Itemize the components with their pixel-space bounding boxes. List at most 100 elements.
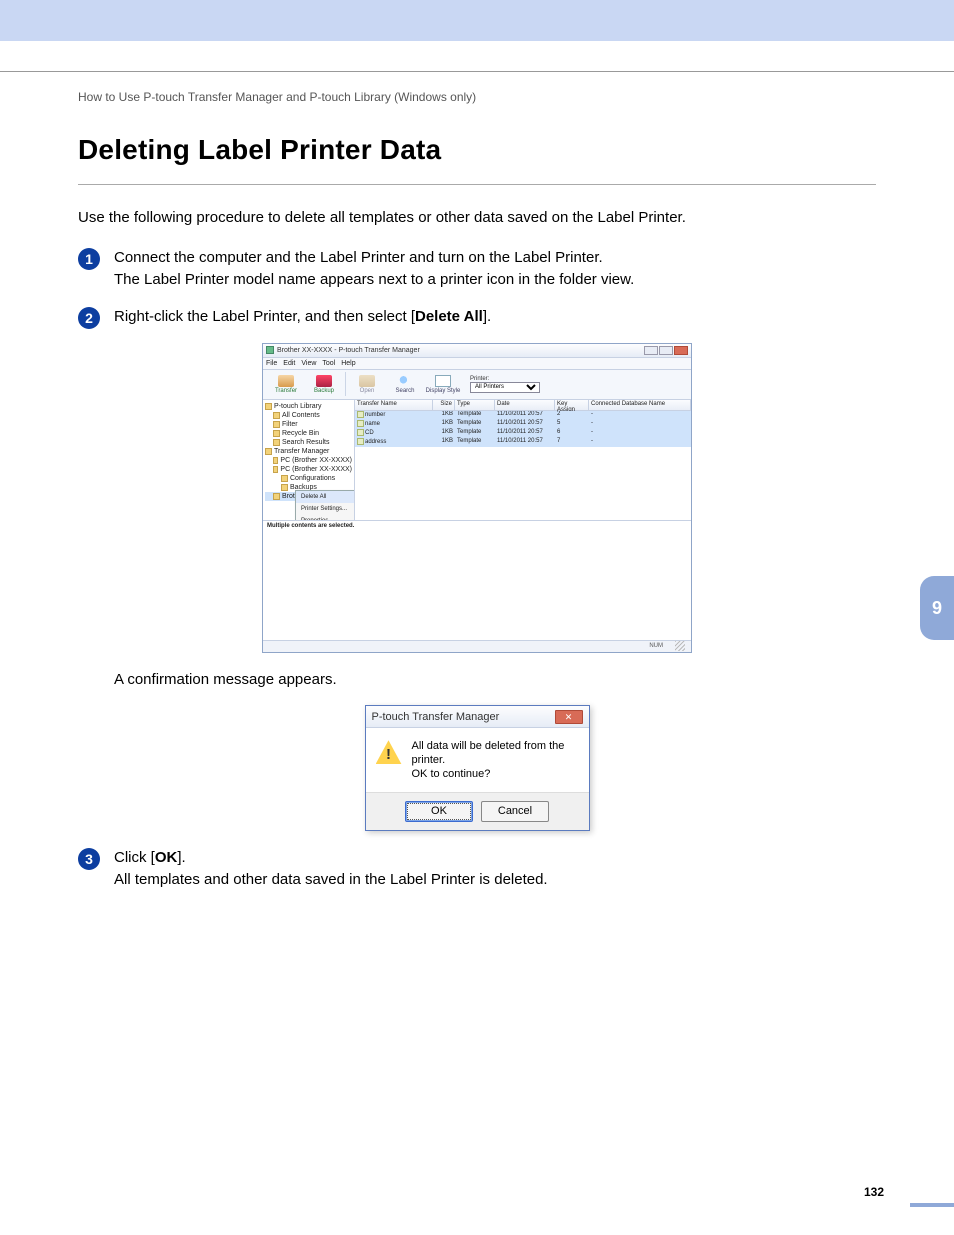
titlebar: Brother XX-XXXX - P-touch Transfer Manag… <box>263 344 691 358</box>
col-date[interactable]: Date <box>495 400 555 410</box>
file-icon <box>357 429 364 436</box>
tree-recycle-bin[interactable]: Recycle Bin <box>265 429 352 438</box>
tree-pc1[interactable]: PC (Brother XX-XXXX) <box>265 456 352 465</box>
menu-view[interactable]: View <box>301 360 316 367</box>
ok-button[interactable]: OK <box>405 801 473 822</box>
toolbar-search[interactable]: Search <box>386 375 424 394</box>
list-row[interactable]: number 1KB Template 11/10/2011 20:57 2 - <box>355 411 691 420</box>
dialog-title: P-touch Transfer Manager <box>372 711 555 723</box>
ctx-properties[interactable]: Properties... <box>296 515 355 520</box>
file-icon <box>357 420 364 427</box>
step-2: 2 Right-click the Label Printer, and the… <box>78 306 876 329</box>
list-row[interactable]: CD 1KB Template 11/10/2011 20:57 6 - <box>355 429 691 438</box>
app-icon <box>266 346 274 354</box>
page-number: 132 <box>864 1185 884 1199</box>
step-1: 1 Connect the computer and the Label Pri… <box>78 247 876 292</box>
folder-icon <box>265 448 272 455</box>
tree-ptouch-library[interactable]: P-touch Library <box>265 402 352 411</box>
footer-accent <box>910 1203 954 1207</box>
status-num: NUM <box>649 643 663 649</box>
folder-icon <box>273 412 280 419</box>
menubar: File Edit View Tool Help <box>263 358 691 370</box>
toolbar-transfer[interactable]: Transfer <box>267 375 305 394</box>
search-results-icon <box>273 439 280 446</box>
folder-icon <box>281 484 288 491</box>
list-rows: number 1KB Template 11/10/2011 20:57 2 -… <box>355 411 691 520</box>
header-band <box>0 0 954 41</box>
file-icon <box>357 411 364 418</box>
ctx-delete-all[interactable]: Delete All <box>296 491 355 503</box>
col-connected-db[interactable]: Connected Database Name <box>589 400 691 410</box>
step3-line2: All templates and other data saved in th… <box>114 871 548 888</box>
toolbar: Transfer Backup Open Search Display Styl… <box>263 370 691 400</box>
folder-icon <box>265 403 272 410</box>
tree-search-results[interactable]: Search Results <box>265 438 352 447</box>
step3-pre: Click [ <box>114 849 155 866</box>
filter-icon <box>273 421 280 428</box>
app-window: Brother XX-XXXX - P-touch Transfer Manag… <box>262 343 692 653</box>
menu-file[interactable]: File <box>266 360 277 367</box>
toolbar-backup[interactable]: Backup <box>305 375 343 394</box>
menu-tool[interactable]: Tool <box>322 360 335 367</box>
open-icon <box>359 375 375 387</box>
file-icon <box>357 438 364 445</box>
dialog-close-button[interactable]: ✕ <box>555 710 583 724</box>
tree-filter[interactable]: Filter <box>265 420 352 429</box>
pc-icon <box>273 457 278 464</box>
tree-transfer-manager[interactable]: Transfer Manager <box>265 447 352 456</box>
step2-bold: Delete All <box>415 308 483 325</box>
confirmation-text: A confirmation message appears. <box>114 669 337 692</box>
ctx-printer-settings[interactable]: Printer Settings... <box>296 503 355 515</box>
transfer-icon <box>278 375 294 387</box>
maximize-button[interactable] <box>659 346 673 355</box>
close-button[interactable] <box>674 346 688 355</box>
col-transfer-name[interactable]: Transfer Name <box>355 400 433 410</box>
pc-icon <box>273 466 278 473</box>
step-3: 3 Click [OK]. All templates and other da… <box>78 847 876 892</box>
preview-pane: Multiple contents are selected. <box>263 520 691 640</box>
warning-icon: ! <box>376 740 402 764</box>
list-header: Transfer Name Size Type Date Key Assign … <box>355 400 691 411</box>
menu-edit[interactable]: Edit <box>283 360 295 367</box>
tree-configurations[interactable]: Configurations <box>265 474 352 483</box>
step1-line1: Connect the computer and the Label Print… <box>114 249 603 266</box>
chapter-tab: 9 <box>920 576 954 640</box>
printer-icon <box>273 493 280 500</box>
dialog-message: All data will be deleted from the printe… <box>412 740 579 781</box>
resize-grip-icon[interactable] <box>675 641 685 651</box>
list-row[interactable]: name 1KB Template 11/10/2011 20:57 5 - <box>355 420 691 429</box>
recycle-icon <box>273 430 280 437</box>
col-size[interactable]: Size <box>433 400 455 410</box>
breadcrumb: How to Use P-touch Transfer Manager and … <box>78 90 876 104</box>
title-underline <box>78 184 876 185</box>
step1-line2: The Label Printer model name appears nex… <box>114 271 634 288</box>
step3-bold: OK <box>155 849 178 866</box>
dialog-titlebar: P-touch Transfer Manager ✕ <box>366 706 589 728</box>
tree-all-contents[interactable]: All Contents <box>265 411 352 420</box>
toolbar-separator <box>345 372 346 396</box>
toolbar-open[interactable]: Open <box>348 375 386 394</box>
folder-icon <box>281 475 288 482</box>
list-row[interactable]: address 1KB Template 11/10/2011 20:57 7 … <box>355 438 691 447</box>
folder-tree[interactable]: P-touch Library All Contents Filter Recy… <box>263 400 355 520</box>
tree-pc2[interactable]: PC (Brother XX-XXXX) <box>265 465 352 474</box>
context-menu: Delete All Printer Settings... Propertie… <box>295 490 355 520</box>
backup-icon <box>316 375 332 387</box>
step2-pre: Right-click the Label Printer, and then … <box>114 308 415 325</box>
window-title: Brother XX-XXXX - P-touch Transfer Manag… <box>277 347 644 354</box>
display-icon <box>435 375 451 387</box>
step-bullet-3: 3 <box>78 848 100 870</box>
confirm-dialog: P-touch Transfer Manager ✕ ! All data wi… <box>365 705 590 830</box>
printer-selector: Printer: All Printers <box>470 376 540 393</box>
search-icon <box>397 375 413 387</box>
list-pane: Transfer Name Size Type Date Key Assign … <box>355 400 691 520</box>
preview-message: Multiple contents are selected. <box>267 523 354 529</box>
menu-help[interactable]: Help <box>341 360 355 367</box>
col-type[interactable]: Type <box>455 400 495 410</box>
cancel-button[interactable]: Cancel <box>481 801 549 822</box>
step3-post: ]. <box>177 849 185 866</box>
minimize-button[interactable] <box>644 346 658 355</box>
printer-dropdown[interactable]: All Printers <box>470 382 540 393</box>
col-key-assign[interactable]: Key Assign <box>555 400 589 410</box>
toolbar-display-style[interactable]: Display Style <box>424 375 462 394</box>
